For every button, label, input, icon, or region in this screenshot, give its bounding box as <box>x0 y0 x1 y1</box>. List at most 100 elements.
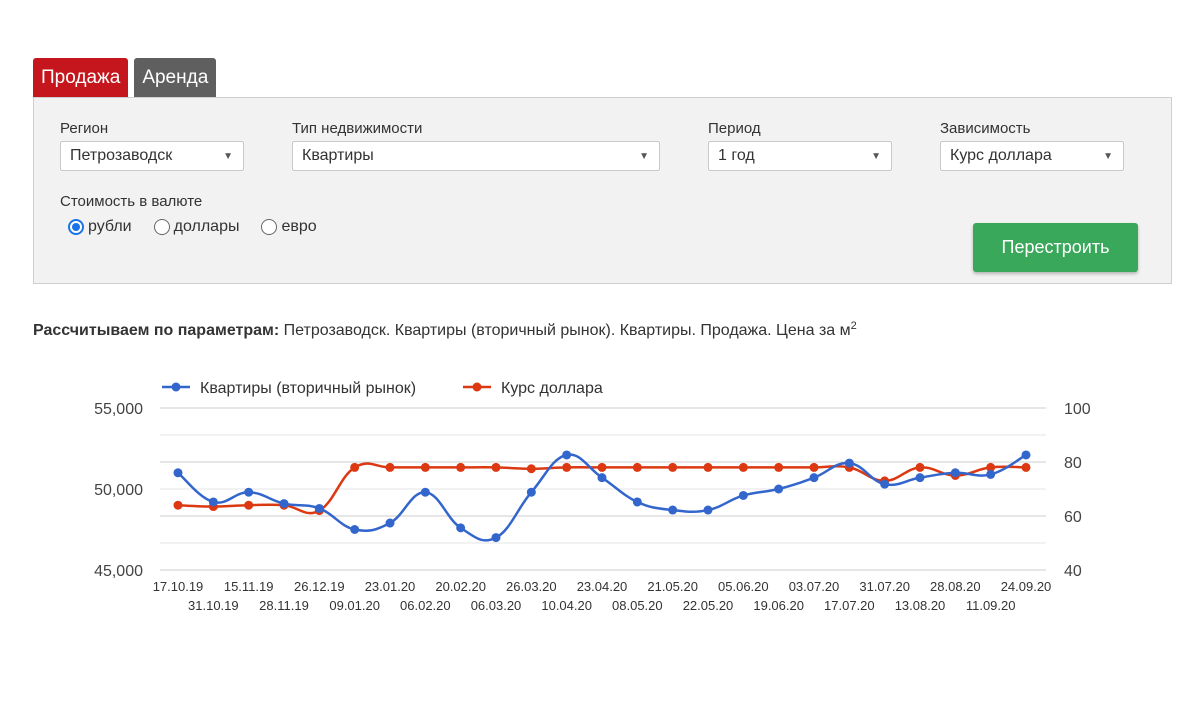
region-value: Петрозаводск <box>70 147 173 164</box>
radio-dollars[interactable]: доллары <box>153 218 240 236</box>
tab-rent[interactable]: Аренда <box>134 58 217 98</box>
data-point-dollar-rate <box>632 462 642 472</box>
x-tick-label: 28.08.20 <box>930 579 981 594</box>
x-tick-label: 23.01.20 <box>365 579 416 594</box>
x-tick-label: 09.01.20 <box>329 598 380 613</box>
radio-unchecked-icon <box>153 219 170 235</box>
x-tick-label: 19.06.20 <box>753 598 804 613</box>
region-select[interactable]: Петрозаводск ▼ <box>60 141 244 171</box>
radio-rubles[interactable]: рубли <box>68 218 132 236</box>
data-point-apartments <box>703 505 713 515</box>
data-point-apartments <box>632 497 642 507</box>
period-value: 1 год <box>718 147 755 164</box>
data-point-dollar-rate <box>244 500 254 510</box>
type-label: Тип недвижимости <box>292 120 423 137</box>
currency-label: Стоимость в валюте <box>60 193 203 210</box>
x-tick-label: 06.03.20 <box>471 598 522 613</box>
params-text: Петрозаводск. Квартиры (вторичный рынок)… <box>283 322 851 339</box>
x-tick-label: 10.04.20 <box>541 598 592 613</box>
y-left-tick-label: 50,000 <box>94 482 143 499</box>
tab-bar: Продажа Аренда <box>33 58 217 98</box>
x-tick-label: 03.07.20 <box>789 579 840 594</box>
data-point-apartments <box>279 499 289 509</box>
data-point-dollar-rate <box>456 462 466 472</box>
x-tick-label: 05.06.20 <box>718 579 769 594</box>
dependency-select[interactable]: Курс доллара ▼ <box>940 141 1124 171</box>
currency-radio-group: рубли доллары евро <box>68 218 339 236</box>
data-point-dollar-rate <box>915 462 925 472</box>
period-label: Период <box>708 120 761 137</box>
dependency-value: Курс доллара <box>950 147 1052 164</box>
data-point-apartments <box>880 479 890 489</box>
params-sup: 2 <box>850 320 857 332</box>
data-point-dollar-rate <box>491 462 501 472</box>
x-tick-label: 08.05.20 <box>612 598 663 613</box>
radio-dollars-label: доллары <box>173 218 240 235</box>
data-point-apartments <box>314 503 324 513</box>
data-point-apartments <box>208 497 218 507</box>
data-point-dollar-rate <box>173 500 183 510</box>
chevron-down-icon: ▼ <box>871 151 881 162</box>
x-tick-label: 24.09.20 <box>1001 579 1052 594</box>
x-tick-label: 17.10.19 <box>153 579 204 594</box>
data-point-dollar-rate <box>703 462 713 472</box>
data-point-dollar-rate <box>809 462 819 472</box>
y-right-tick-label: 80 <box>1064 455 1082 472</box>
data-point-apartments <box>668 505 678 515</box>
legend-label: Курс доллара <box>501 380 603 397</box>
y-left-tick-label: 55,000 <box>94 401 143 418</box>
price-chart: 45,000 50,000 55,000 40 60 80 100 17.10.19 31.10… <box>94 380 1091 613</box>
legend-label: Квартиры (вторичный рынок) <box>200 380 416 397</box>
data-point-apartments <box>562 450 572 460</box>
chevron-down-icon: ▼ <box>1103 151 1113 162</box>
x-tick-label: 22.05.20 <box>683 598 734 613</box>
chevron-down-icon: ▼ <box>639 151 649 162</box>
data-point-dollar-rate <box>350 462 360 472</box>
x-tick-label: 15.11.19 <box>224 579 274 594</box>
data-point-apartments <box>986 469 996 479</box>
data-point-dollar-rate <box>668 462 678 472</box>
params-prefix: Рассчитываем по параметрам: <box>33 322 280 339</box>
legend-marker <box>171 382 181 392</box>
data-point-apartments <box>809 473 819 483</box>
radio-euro[interactable]: евро <box>261 218 317 236</box>
type-value: Квартиры <box>302 147 374 164</box>
rebuild-button[interactable]: Перестроить <box>973 223 1138 272</box>
x-tick-label: 11.09.20 <box>966 598 1016 613</box>
radio-euro-label: евро <box>281 218 317 235</box>
data-point-dollar-rate <box>385 462 395 472</box>
data-point-dollar-rate <box>420 462 430 472</box>
data-point-apartments <box>491 533 501 543</box>
tab-sale[interactable]: Продажа <box>33 58 129 98</box>
x-tick-label: 31.10.19 <box>188 598 239 613</box>
x-tick-label: 21.05.20 <box>647 579 698 594</box>
data-point-apartments <box>173 468 183 478</box>
data-point-dollar-rate <box>597 462 607 472</box>
radio-unchecked-icon <box>261 219 278 235</box>
type-select[interactable]: Квартиры ▼ <box>292 141 660 171</box>
data-point-dollar-rate <box>562 462 572 472</box>
data-point-apartments <box>526 487 536 497</box>
x-tick-label: 06.02.20 <box>400 598 451 613</box>
y-right-tick-label: 100 <box>1064 401 1091 418</box>
x-tick-label: 28.11.19 <box>259 598 309 613</box>
data-point-apartments <box>738 490 748 500</box>
period-select[interactable]: 1 год ▼ <box>708 141 892 171</box>
y-left-tick-label: 45,000 <box>94 563 143 580</box>
data-point-dollar-rate <box>526 464 536 474</box>
data-point-dollar-rate <box>774 462 784 472</box>
data-point-apartments <box>915 473 925 483</box>
x-tick-label: 26.12.19 <box>294 579 345 594</box>
data-point-dollar-rate <box>1021 462 1031 472</box>
y-right-tick-label: 40 <box>1064 563 1082 580</box>
radio-rubles-label: рубли <box>88 218 132 235</box>
dependency-label: Зависимость <box>940 120 1031 137</box>
data-point-apartments <box>844 458 854 468</box>
x-tick-label: 23.04.20 <box>577 579 628 594</box>
calc-params: Рассчитываем по параметрам: Петрозаводск… <box>33 320 857 340</box>
data-point-apartments <box>420 487 430 497</box>
data-point-apartments <box>350 525 360 534</box>
data-point-apartments <box>244 487 254 497</box>
data-point-apartments <box>597 473 607 483</box>
x-tick-label: 20.02.20 <box>435 579 486 594</box>
